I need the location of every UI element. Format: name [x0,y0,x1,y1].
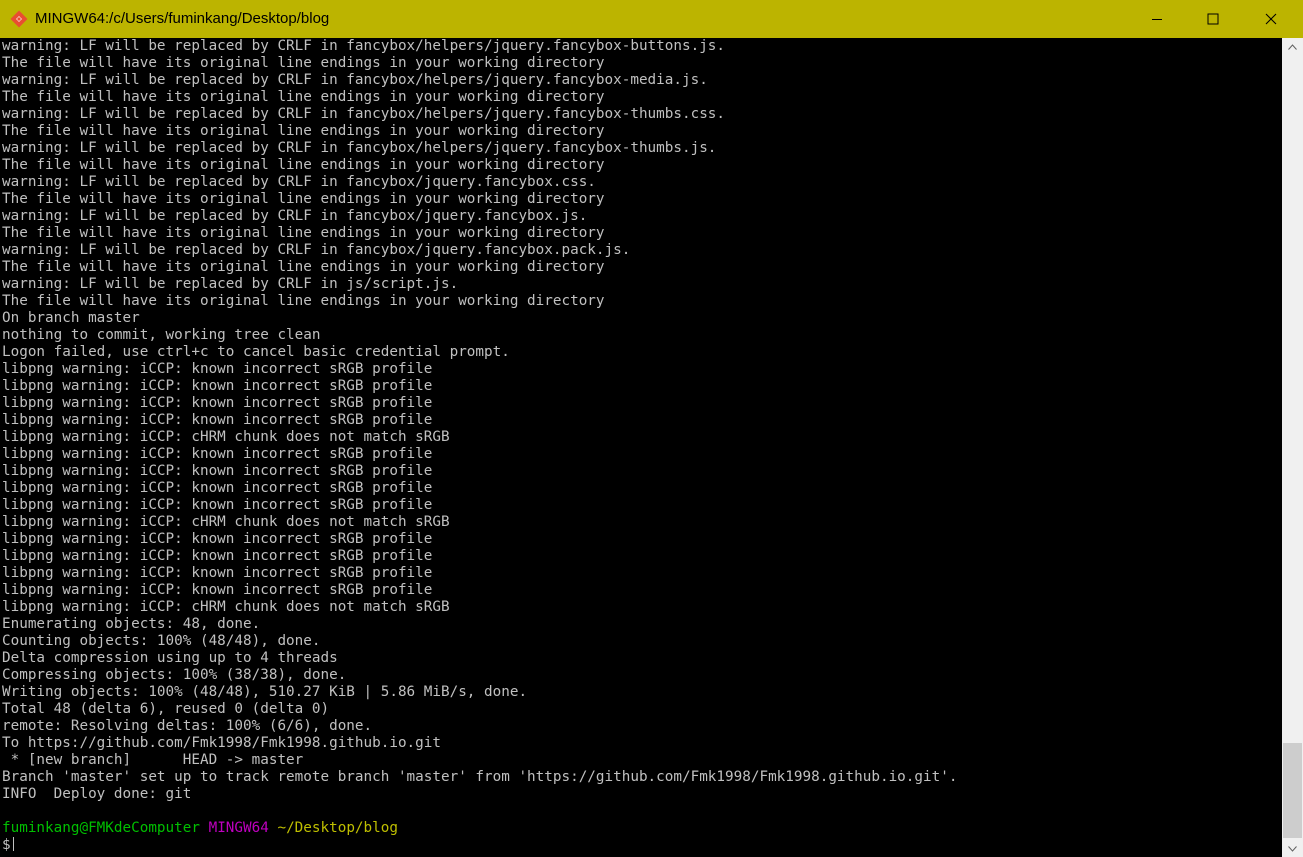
prompt-path: ~/Desktop/blog [277,820,398,836]
terminal-line: The file will have its original line end… [2,123,605,139]
prompt-symbol: $ [2,837,11,853]
terminal-line: libpng warning: iCCP: known incorrect sR… [2,565,433,581]
terminal-line: Logon failed, use ctrl+c to cancel basic… [2,344,510,360]
terminal-line: warning: LF will be replaced by CRLF in … [2,276,459,292]
minimize-button[interactable] [1128,0,1186,38]
terminal-line: The file will have its original line end… [2,225,605,241]
terminal-line: libpng warning: iCCP: known incorrect sR… [2,463,433,479]
title-bar[interactable]: MINGW64:/c/Users/fuminkang/Desktop/blog [0,0,1303,38]
terminal-line: warning: LF will be replaced by CRLF in … [2,72,708,88]
terminal-line: Writing objects: 100% (48/48), 510.27 Ki… [2,684,528,700]
terminal-line: libpng warning: iCCP: known incorrect sR… [2,548,433,564]
terminal-line: The file will have its original line end… [2,259,605,275]
terminal-line: warning: LF will be replaced by CRLF in … [2,140,717,156]
terminal-line: The file will have its original line end… [2,157,605,173]
scroll-down-button[interactable] [1282,840,1303,857]
scroll-up-arrow-icon [1288,43,1297,50]
input-line[interactable]: $ [0,837,1282,854]
close-button[interactable] [1242,0,1300,38]
terminal-line: Enumerating objects: 48, done. [2,616,261,632]
text-cursor [12,837,14,851]
terminal-line: Delta compression using up to 4 threads [2,650,338,666]
terminal-line: libpng warning: iCCP: known incorrect sR… [2,531,433,547]
close-icon [1265,13,1277,25]
terminal-line: Compressing objects: 100% (38/38), done. [2,667,347,683]
terminal-line: Branch 'master' set up to track remote b… [2,769,958,785]
terminal-line: Counting objects: 100% (48/48), done. [2,633,321,649]
terminal-line: To https://github.com/Fmk1998/Fmk1998.gi… [2,735,441,751]
terminal-line: libpng warning: iCCP: cHRM chunk does no… [2,429,450,445]
terminal-line: libpng warning: iCCP: known incorrect sR… [2,378,433,394]
scroll-up-button[interactable] [1282,38,1303,55]
maximize-button[interactable] [1184,0,1242,38]
terminal-line: libpng warning: iCCP: cHRM chunk does no… [2,599,450,615]
terminal-line: libpng warning: iCCP: known incorrect sR… [2,480,433,496]
terminal-line: INFO Deploy done: git [2,786,192,802]
terminal-line: The file will have its original line end… [2,89,605,105]
terminal-line: warning: LF will be replaced by CRLF in … [2,174,596,190]
terminal-line: * [new branch] HEAD -> master [2,752,304,768]
terminal-line: libpng warning: iCCP: known incorrect sR… [2,446,433,462]
terminal-line: warning: LF will be replaced by CRLF in … [2,242,631,258]
prompt-shell: MINGW64 [208,820,269,836]
prompt-line: fuminkang@FMKdeComputer MINGW64 ~/Deskto… [0,820,1282,837]
git-bash-app-icon[interactable] [10,10,28,28]
prompt-user-host: fuminkang@FMKdeComputer [2,820,200,836]
scrollbar-thumb[interactable] [1283,743,1302,838]
terminal-line: nothing to commit, working tree clean [2,327,321,343]
terminal-line: libpng warning: iCCP: known incorrect sR… [2,497,433,513]
terminal-lines: warning: LF will be replaced by CRLF in … [0,38,1282,820]
terminal-line: remote: Resolving deltas: 100% (6/6), do… [2,718,373,734]
minimize-icon [1152,19,1162,20]
terminal-line: On branch master [2,310,140,326]
terminal-line: libpng warning: iCCP: cHRM chunk does no… [2,514,450,530]
vertical-scrollbar[interactable] [1282,38,1303,857]
terminal-line: libpng warning: iCCP: known incorrect sR… [2,395,433,411]
terminal-line: Total 48 (delta 6), reused 0 (delta 0) [2,701,330,717]
terminal-line: The file will have its original line end… [2,191,605,207]
terminal-line: libpng warning: iCCP: known incorrect sR… [2,582,433,598]
maximize-icon [1207,13,1219,25]
terminal-output[interactable]: warning: LF will be replaced by CRLF in … [0,38,1282,857]
terminal-line: warning: LF will be replaced by CRLF in … [2,208,588,224]
terminal-line: libpng warning: iCCP: known incorrect sR… [2,412,433,428]
terminal-line: The file will have its original line end… [2,55,605,71]
terminal-line: The file will have its original line end… [2,293,605,309]
window-title: MINGW64:/c/Users/fuminkang/Desktop/blog [35,10,330,27]
terminal-line: warning: LF will be replaced by CRLF in … [2,38,726,54]
terminal-line: libpng warning: iCCP: known incorrect sR… [2,361,433,377]
scroll-down-arrow-icon [1288,845,1297,852]
terminal-line: warning: LF will be replaced by CRLF in … [2,106,726,122]
